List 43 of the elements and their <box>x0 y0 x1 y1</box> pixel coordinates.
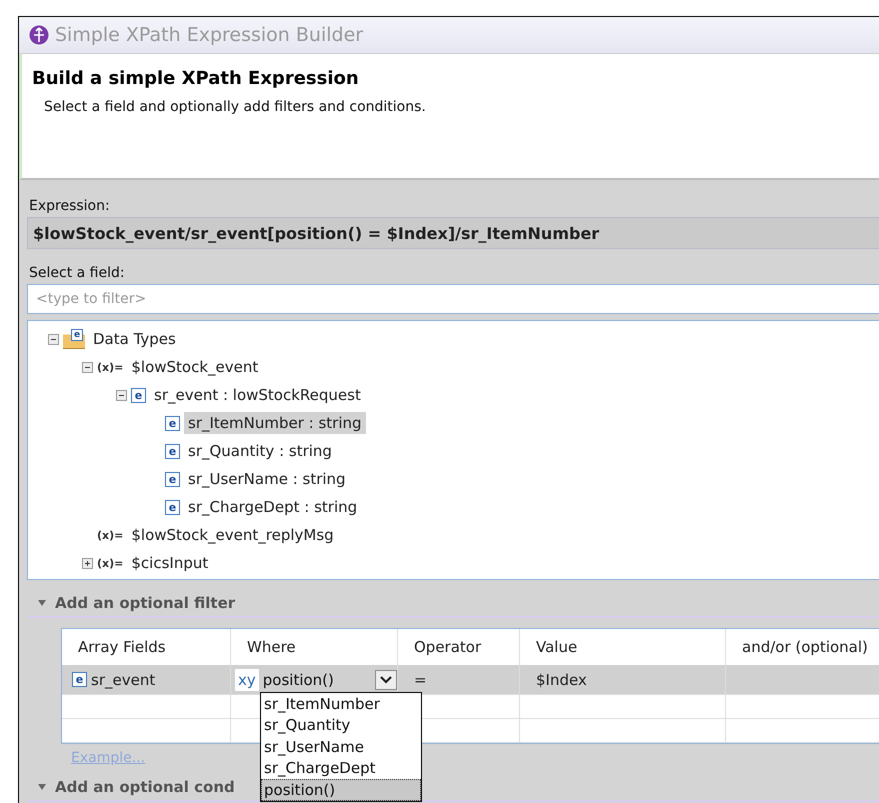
collapse-toggle[interactable] <box>48 334 59 344</box>
element-icon: e <box>165 472 180 486</box>
section-title: Add an optional filter <box>55 594 236 612</box>
collapse-toggle[interactable] <box>116 390 127 400</box>
tree-item[interactable]: $lowStock_event_replyMsg <box>127 524 338 546</box>
tree-item[interactable]: sr_Quantity : string <box>184 440 336 462</box>
dropdown-option[interactable]: position() <box>261 779 421 800</box>
variable-icon: (x)= <box>97 360 124 374</box>
array-field-text: sr_event <box>91 670 156 688</box>
expression-field: $lowStock_event/sr_event[position() = $Index]/sr_ItemNumber <box>27 217 879 249</box>
table-cell: $Index <box>519 665 725 695</box>
element-icon: e <box>131 388 146 402</box>
tree-item[interactable]: Data Types <box>89 328 180 350</box>
element-icon: e <box>165 500 180 514</box>
dropdown-button[interactable] <box>374 670 397 690</box>
folder-icon: e <box>63 329 85 349</box>
element-icon: e <box>72 672 87 687</box>
app-logo-icon <box>29 25 49 45</box>
page-description: Select a field and optionally add filters and conditions. <box>44 99 426 115</box>
collapse-toggle[interactable] <box>82 362 93 372</box>
collapse-triangle-icon[interactable] <box>37 783 47 791</box>
expand-toggle[interactable] <box>82 558 93 568</box>
tree-item[interactable]: sr_ItemNumber : string <box>184 412 366 434</box>
expression-icon: xy <box>235 668 259 690</box>
filter-field[interactable]: <type to filter> <box>27 284 879 314</box>
table-cell: = <box>397 665 519 695</box>
element-icon: e <box>165 444 180 458</box>
tree-item[interactable]: sr_ChargeDept : string <box>184 496 362 518</box>
where-combo[interactable]: position() <box>262 670 397 690</box>
chevron-down-icon <box>380 676 392 684</box>
element-icon: e <box>165 416 180 430</box>
section-title: Add an optional cond <box>55 778 235 796</box>
variable-icon: (x)= <box>97 528 124 542</box>
collapse-triangle-icon[interactable] <box>37 599 47 607</box>
expression-label: Expression: <box>29 198 111 214</box>
tree-item[interactable]: sr_event : lowStockRequest <box>150 384 365 406</box>
variable-icon: (x)= <box>97 556 124 570</box>
window-title: Simple XPath Expression Builder <box>55 24 364 46</box>
tree-item[interactable]: $lowStock_event <box>127 356 262 378</box>
page-heading: Build a simple XPath Expression <box>32 68 359 89</box>
tree-item[interactable]: sr_UserName : string <box>184 468 350 490</box>
field-label: Select a field: <box>29 265 126 281</box>
tree-item[interactable]: $cicsInput <box>127 552 212 574</box>
